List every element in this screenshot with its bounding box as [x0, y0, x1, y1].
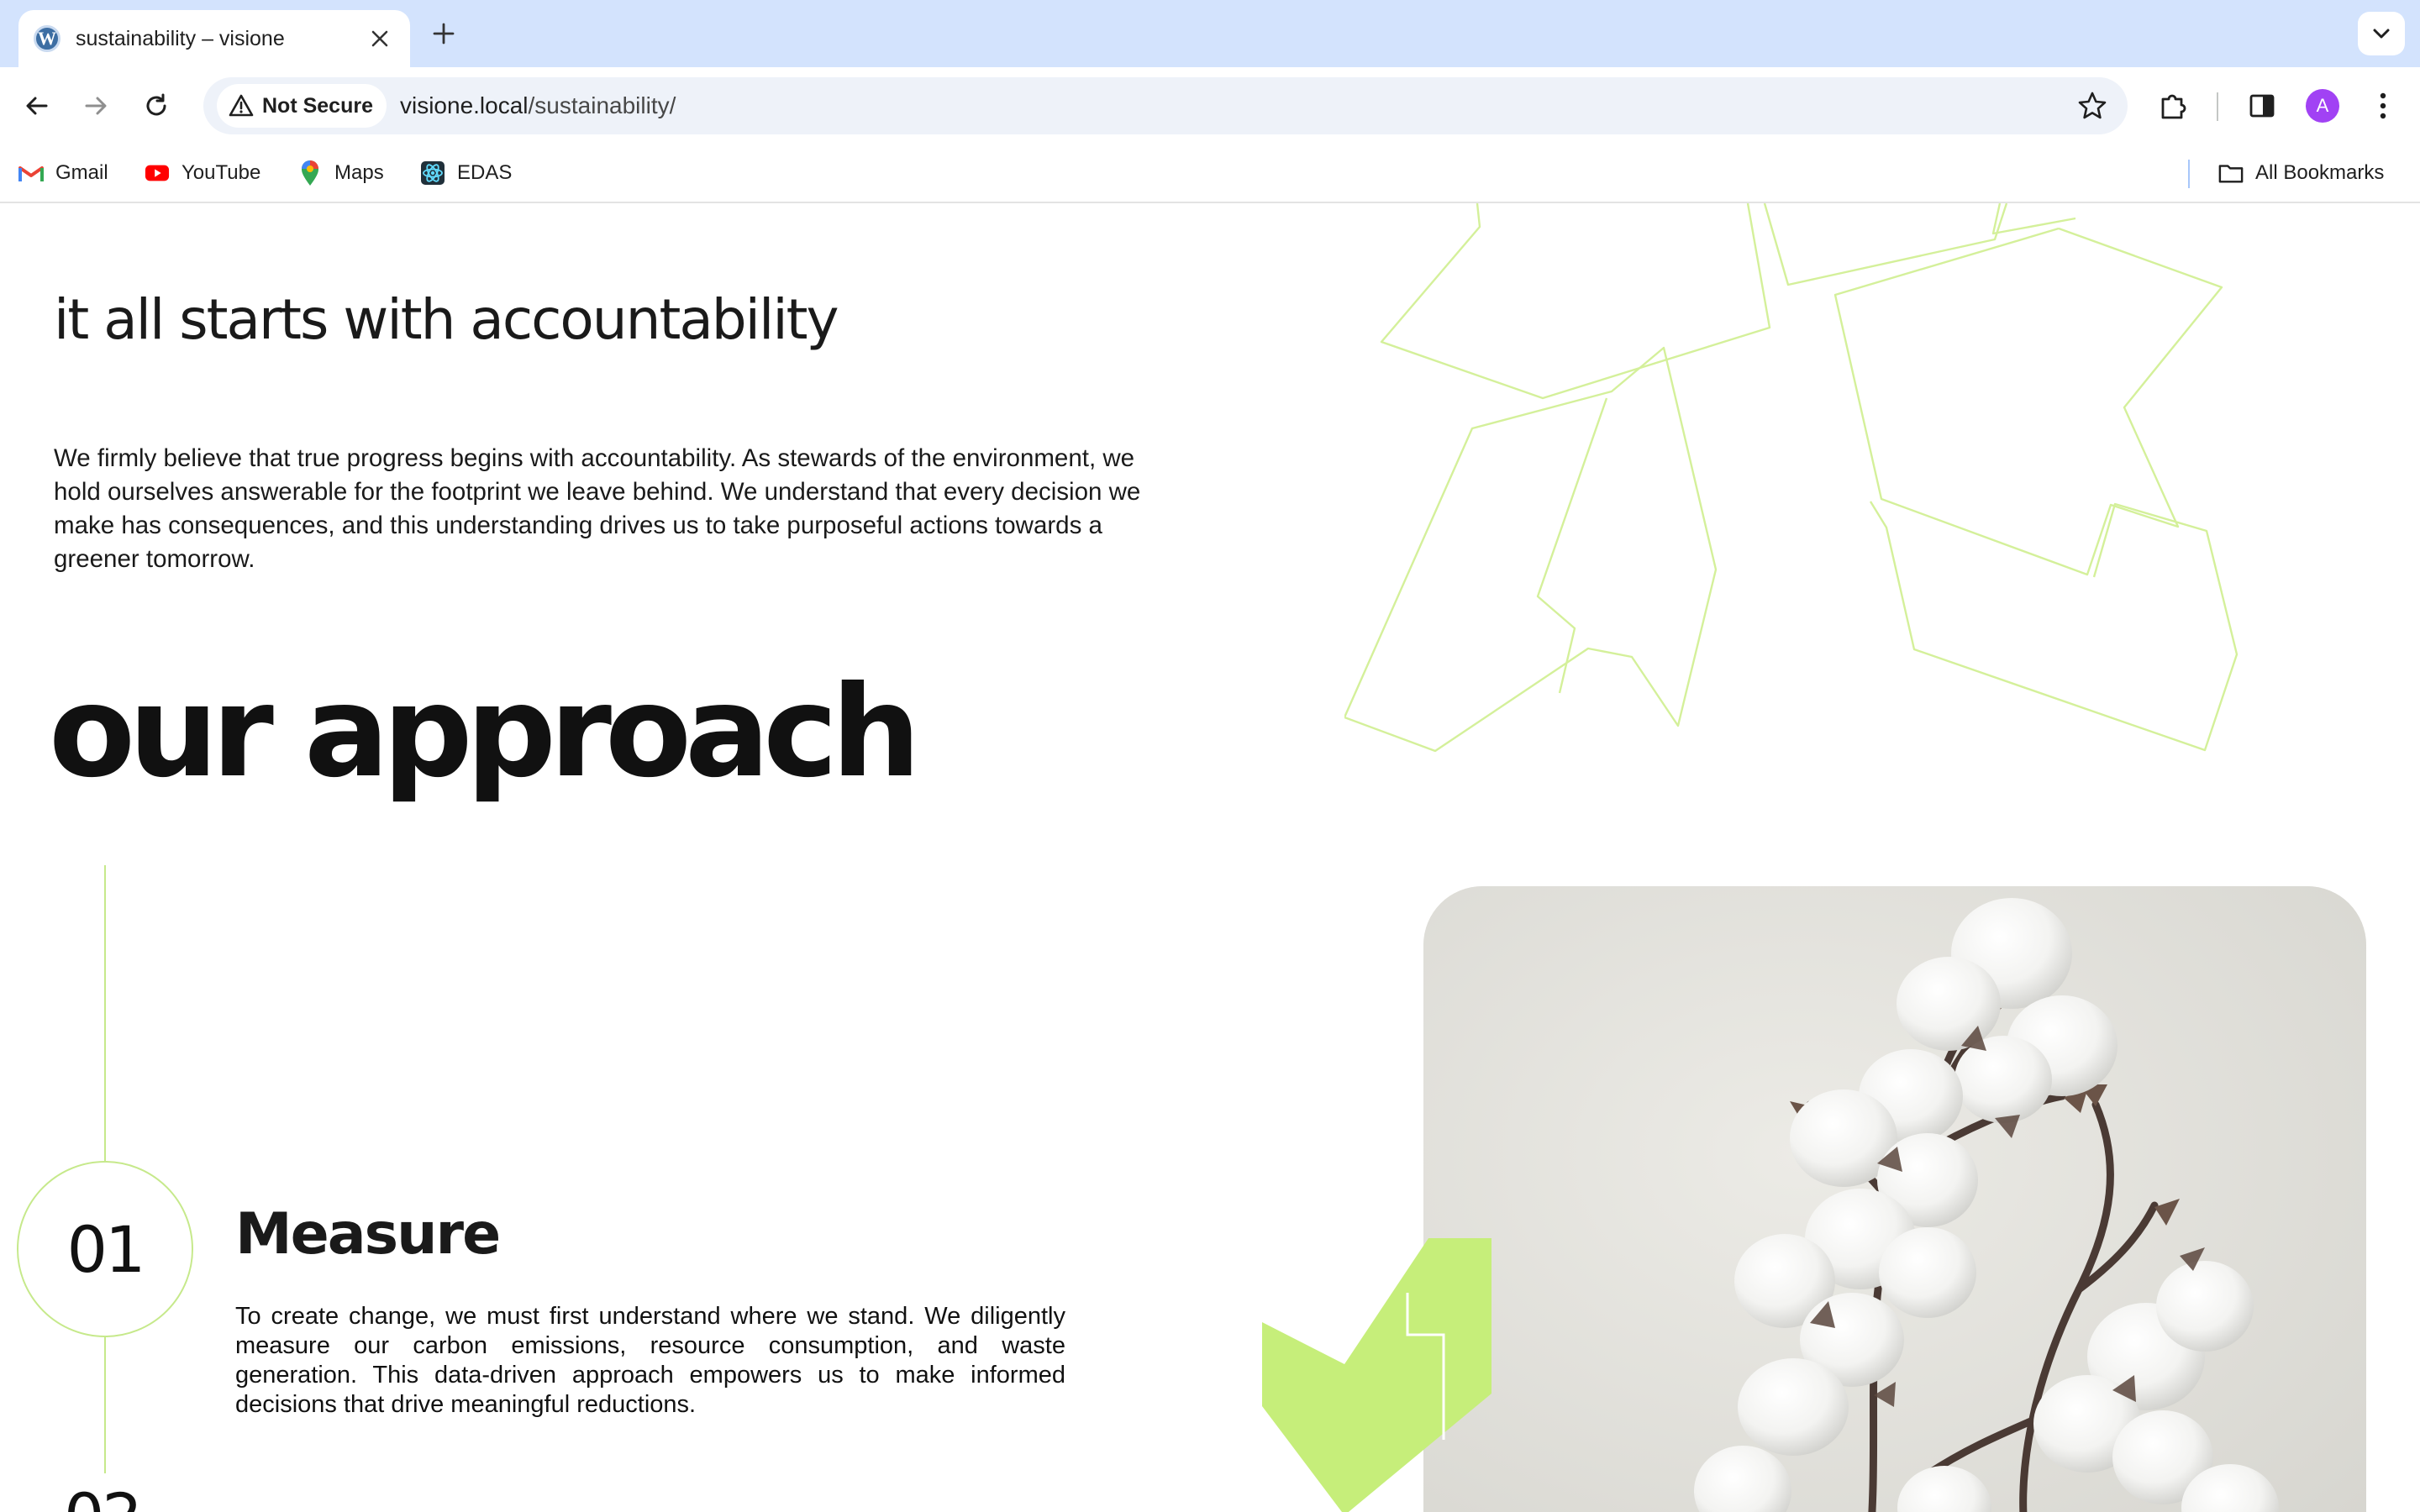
address-bar[interactable]: Not Secure visione.local/sustainability/ — [203, 77, 2128, 134]
section-heading-accountability: it all starts with accountability — [54, 287, 839, 352]
puzzle-icon — [2161, 94, 2186, 119]
step-number-circle: 01 — [17, 1161, 193, 1337]
url-path: /sustainability/ — [528, 92, 676, 118]
cotton-branch-image — [1423, 886, 2366, 1512]
bookmark-label: Maps — [334, 161, 384, 184]
maps-icon — [297, 160, 323, 186]
kebab-menu-icon — [2380, 92, 2386, 119]
security-chip[interactable]: Not Secure — [217, 84, 387, 128]
close-tab-icon[interactable] — [366, 25, 393, 52]
bookmarks-divider — [2188, 160, 2190, 188]
bookmark-youtube[interactable]: YouTube — [145, 156, 260, 190]
avatar: A — [2306, 89, 2339, 123]
tab-search-button[interactable] — [2358, 12, 2405, 55]
bookmarks-bar: Gmail YouTube Maps EDAS All Bookmarks — [0, 144, 2420, 203]
reload-button[interactable] — [134, 84, 178, 128]
profile-button[interactable]: A — [2299, 82, 2346, 129]
accountability-paragraph: We firmly believe that true progress beg… — [54, 444, 1141, 573]
step-title: Measure — [235, 1201, 501, 1268]
extensions-button[interactable] — [2149, 82, 2196, 129]
tab-strip: W sustainability – visione — [0, 0, 2420, 67]
bookmark-label: EDAS — [457, 161, 513, 184]
browser-toolbar: Not Secure visione.local/sustainability/… — [0, 67, 2420, 144]
step-number: 01 — [66, 1211, 146, 1287]
all-bookmarks-label: All Bookmarks — [2255, 161, 2385, 184]
folder-icon — [2218, 160, 2244, 186]
bookmark-edas[interactable]: EDAS — [420, 156, 512, 190]
forward-arrow-icon — [85, 97, 107, 115]
url-text[interactable]: visione.local/sustainability/ — [400, 92, 676, 119]
side-panel-button[interactable] — [2238, 82, 2286, 129]
edas-icon — [420, 160, 445, 186]
new-tab-button[interactable] — [427, 17, 460, 50]
youtube-icon — [145, 160, 170, 186]
gmail-icon — [18, 160, 44, 186]
timeline-line — [104, 865, 106, 1161]
browser-tab[interactable]: W sustainability – visione — [18, 10, 410, 67]
all-bookmarks-button[interactable]: All Bookmarks — [2218, 156, 2384, 190]
decorative-outline-shapes — [1344, 203, 2238, 753]
side-panel-icon — [2249, 94, 2275, 118]
bookmark-gmail[interactable]: Gmail — [18, 156, 108, 190]
next-step-number: 02 — [64, 1485, 143, 1512]
page-viewport[interactable]: it all starts with accountability We fir… — [0, 203, 2420, 1512]
timeline-line — [104, 1337, 106, 1473]
bookmark-maps[interactable]: Maps — [297, 156, 384, 190]
chevron-down-icon — [2373, 29, 2390, 39]
toolbar-divider — [2217, 92, 2218, 121]
bookmark-label: Gmail — [55, 161, 108, 184]
wordpress-icon: W — [34, 25, 60, 52]
bookmark-star-icon[interactable] — [2077, 91, 2107, 121]
security-label: Not Secure — [262, 93, 373, 118]
back-arrow-icon — [26, 97, 48, 115]
reload-icon — [146, 93, 166, 116]
step-description: To create change, we must first understa… — [235, 1303, 1065, 1418]
back-button[interactable] — [15, 84, 59, 128]
section-heading-approach: our approach — [49, 659, 921, 806]
browser-menu-button[interactable] — [2360, 82, 2407, 129]
decorative-green-shape — [1262, 1238, 1491, 1512]
forward-button[interactable] — [74, 84, 118, 128]
bookmark-label: YouTube — [182, 161, 261, 184]
url-host: visione.local — [399, 92, 529, 118]
tab-title: sustainability – visione — [76, 26, 285, 50]
warning-icon — [229, 94, 254, 117]
